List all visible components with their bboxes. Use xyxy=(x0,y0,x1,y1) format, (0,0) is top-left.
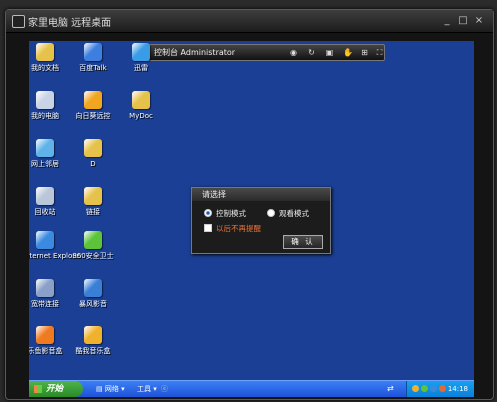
tools-menu[interactable]: 工具 ▾ xyxy=(137,384,157,394)
remote-toolbar: 控制台 Administrator ◉ ↻ ▣ ✋ ⊞ ⛶ xyxy=(133,44,385,61)
dialog-title: 请选择 xyxy=(192,188,330,201)
window-title: 家里电脑 远程桌面 xyxy=(28,18,112,29)
desktop-icon-label: 360安全卫士 xyxy=(72,252,114,260)
desktop-icon-xunlei[interactable]: 迅雷 xyxy=(119,43,163,72)
volume-tray-icon[interactable] xyxy=(439,385,446,392)
desktop-icon-label: 暴风影音 xyxy=(79,300,107,308)
taskbar-clock: 14:18 xyxy=(447,385,468,393)
dont-remind-label: 以后不再提醒 xyxy=(216,224,261,233)
network-label: 网络 xyxy=(104,385,119,393)
shield-icon xyxy=(84,231,102,249)
network-tray-icon[interactable]: ⇄ xyxy=(387,384,394,393)
sunflower-tray-icon[interactable] xyxy=(430,385,437,392)
desktop-icon-baofeng[interactable]: 暴风影音 xyxy=(71,279,115,308)
taskbar: 开始 ▤ 网络 ▾ 工具 ▾ ⓔ ⇄ 14:18 xyxy=(29,380,474,397)
desktop-icon-recycle-bin[interactable]: 回收站 xyxy=(29,187,67,216)
folder-icon xyxy=(132,91,150,109)
desktop-icon-links[interactable]: 链接 xyxy=(71,187,115,216)
desktop-icon-label: 向日葵远控 xyxy=(75,112,111,120)
watch-mode-radio[interactable]: 观看模式 xyxy=(267,208,309,219)
control-mode-label: 控制模式 xyxy=(216,209,246,218)
desktop-icon-network[interactable]: 网上邻居 xyxy=(29,139,67,168)
thunder-icon xyxy=(132,43,150,61)
desktop-icon-label: 宽带连接 xyxy=(31,300,59,308)
control-mode-radio[interactable]: 控制模式 xyxy=(204,208,246,219)
desktop-icon-leyu[interactable]: 乐鱼影音盒 xyxy=(29,326,67,355)
desktop-icon-label: MyDoc xyxy=(129,112,153,120)
folder-icon[interactable]: ▣ xyxy=(325,48,334,57)
desktop-icon-sunflower[interactable]: 向日葵远控 xyxy=(71,91,115,120)
eye-icon[interactable]: ◉ xyxy=(289,48,298,57)
desktop-icon-my-documents[interactable]: 我的文档 xyxy=(29,43,67,72)
minimize-button[interactable]: _ xyxy=(441,15,453,26)
network-menu[interactable]: ▤ 网络 ▾ xyxy=(96,384,125,394)
ie-quicklaunch-icon[interactable]: ⓔ xyxy=(161,384,168,394)
desktop-icon-360[interactable]: 360安全卫士 xyxy=(71,231,115,260)
dont-remind-checkbox[interactable]: 以后不再提醒 xyxy=(204,223,261,234)
fit-window-icon[interactable]: ⊞ xyxy=(360,48,369,57)
desktop-icon-label: 链接 xyxy=(86,208,100,216)
ie-icon xyxy=(36,231,54,249)
computer-icon xyxy=(36,91,54,109)
desktop-icon-mydoc[interactable]: MyDoc xyxy=(119,91,163,120)
broadband-icon xyxy=(36,279,54,297)
desktop-icon-broadband[interactable]: 宽带连接 xyxy=(29,279,67,308)
desktop-icon-label: 我的文档 xyxy=(31,64,59,72)
desktop-icon-kuwo[interactable]: 酷我音乐盒 xyxy=(71,326,115,355)
close-button[interactable]: × xyxy=(473,15,485,26)
checkbox-icon xyxy=(204,224,212,232)
start-label: 开始 xyxy=(46,384,64,394)
desktop-icon-label: 百度Talk xyxy=(79,64,107,72)
watch-mode-label: 观看模式 xyxy=(279,209,309,218)
rotate-icon[interactable]: ↻ xyxy=(307,48,316,57)
system-tray: 14:18 xyxy=(406,381,474,397)
desktop-icon-label: 乐鱼影音盒 xyxy=(29,347,63,355)
desktop-icon-my-computer[interactable]: 我的电脑 xyxy=(29,91,67,120)
radio-checked-icon xyxy=(204,209,212,217)
music-icon xyxy=(84,326,102,344)
kuwo-tray-icon[interactable] xyxy=(412,385,419,392)
desktop-icon-label: D xyxy=(90,160,96,168)
window-titlebar[interactable]: 家里电脑 远程桌面 _ □ × xyxy=(6,10,493,33)
fullscreen-icon[interactable]: ⛶ xyxy=(375,48,384,57)
tools-label: 工具 xyxy=(137,385,151,393)
hand-icon[interactable]: ✋ xyxy=(343,48,353,57)
ok-button[interactable]: 确 认 xyxy=(283,235,323,249)
desktop-icon-label: 酷我音乐盒 xyxy=(75,347,111,355)
maximize-button[interactable]: □ xyxy=(457,15,469,26)
baofeng-icon xyxy=(84,279,102,297)
network-icon xyxy=(36,139,54,157)
remote-desktop-window: 家里电脑 远程桌面 _ □ × 控制台 Administrator ◉ ↻ ▣ … xyxy=(5,9,494,400)
remote-toolbar-label: 控制台 Administrator xyxy=(154,48,236,57)
desktop-icon-baidu-talk[interactable]: 百度Talk xyxy=(71,43,115,72)
mode-select-dialog: 请选择 控制模式 观看模式 以后不再提醒 确 认 xyxy=(191,187,331,254)
desktop-icon-label: 回收站 xyxy=(34,208,56,216)
desktop-icon-ie[interactable]: Internet Explorer xyxy=(29,231,83,260)
360-tray-icon[interactable] xyxy=(421,385,428,392)
desktop-icon-d-drive[interactable]: D xyxy=(71,139,115,168)
desktop-icon-label: Internet Explorer xyxy=(29,252,83,260)
windows-logo-icon xyxy=(34,385,42,393)
start-button[interactable]: 开始 xyxy=(29,381,83,397)
fish-icon xyxy=(36,326,54,344)
recycle-bin-icon xyxy=(36,187,54,205)
remote-desktop: 控制台 Administrator ◉ ↻ ▣ ✋ ⊞ ⛶ 我的文档 百度Talk… xyxy=(29,41,474,397)
folder-document-icon xyxy=(36,43,54,61)
folder-icon xyxy=(84,187,102,205)
radio-unchecked-icon xyxy=(267,209,275,217)
desktop-icon-label: 我的电脑 xyxy=(31,112,59,120)
baidu-talk-icon xyxy=(84,43,102,61)
desktop-icon-label: 迅雷 xyxy=(134,64,148,72)
sunflower-icon xyxy=(84,91,102,109)
desktop-icon-label: 网上邻居 xyxy=(31,160,59,168)
folder-icon xyxy=(84,139,102,157)
app-icon xyxy=(12,15,25,28)
